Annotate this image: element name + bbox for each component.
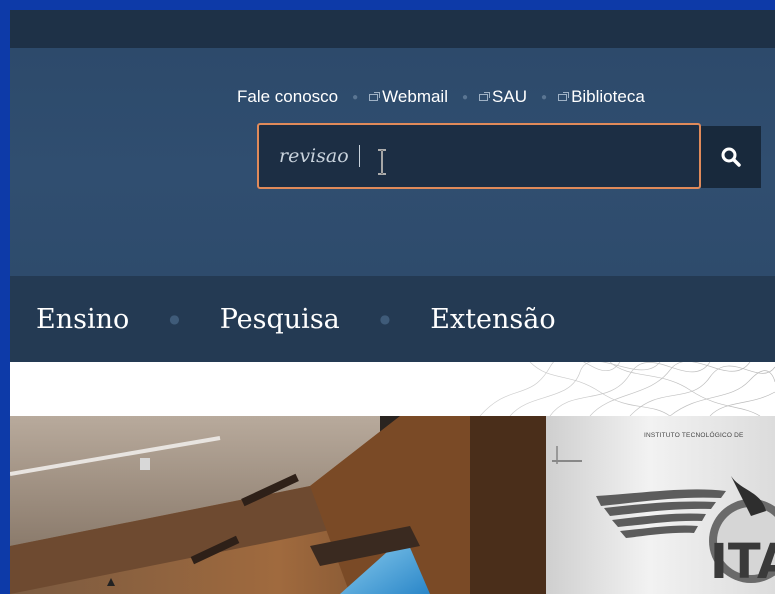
top-bar: [10, 10, 775, 48]
ita-logo-icon: ITA: [552, 446, 775, 590]
search-button[interactable]: [701, 126, 761, 188]
quicklink-webmail[interactable]: Webmail: [369, 87, 448, 107]
search-input[interactable]: [259, 125, 699, 187]
separator-dot: ●: [352, 91, 359, 103]
quicklink-sau[interactable]: SAU: [479, 87, 527, 107]
banner-image-auditorium: [10, 416, 546, 594]
search-box: [257, 123, 701, 189]
quicklink-label: SAU: [492, 87, 528, 106]
quicklink-label: Fale conosco: [237, 87, 339, 106]
external-link-icon: [558, 91, 570, 101]
quicklink-fale-conosco[interactable]: Fale conosco: [237, 87, 338, 107]
quicklink-label: Webmail: [382, 87, 448, 106]
nav-item-extensao[interactable]: Extensão: [430, 304, 555, 335]
external-link-icon: [369, 91, 381, 101]
separator-dot: ●: [541, 91, 548, 103]
text-cursor-icon: [378, 149, 386, 175]
main-nav: Ensino ● Pesquisa ● Extensão: [10, 276, 775, 362]
quicklink-biblioteca[interactable]: Biblioteca: [558, 87, 645, 107]
banner-image-ita: INSTITUTO TECNOLÓGICO DE ITA: [546, 416, 775, 594]
quick-links: Fale conosco ● Webmail ● SAU ● Bibliotec…: [237, 86, 645, 108]
nav-item-ensino[interactable]: Ensino: [36, 304, 129, 335]
external-link-icon: [479, 91, 491, 101]
browser-viewport: Fale conosco ● Webmail ● SAU ● Bibliotec…: [10, 10, 775, 594]
search-icon: [721, 147, 741, 167]
nav-separator: ●: [169, 312, 180, 326]
text-caret: [359, 145, 360, 167]
quicklink-label: Biblioteca: [571, 87, 645, 106]
nav-item-pesquisa[interactable]: Pesquisa: [220, 304, 340, 335]
separator-dot: ●: [462, 91, 469, 103]
svg-text:ITA: ITA: [710, 534, 775, 590]
decorative-pattern: [10, 362, 775, 416]
nav-separator: ●: [379, 312, 391, 326]
